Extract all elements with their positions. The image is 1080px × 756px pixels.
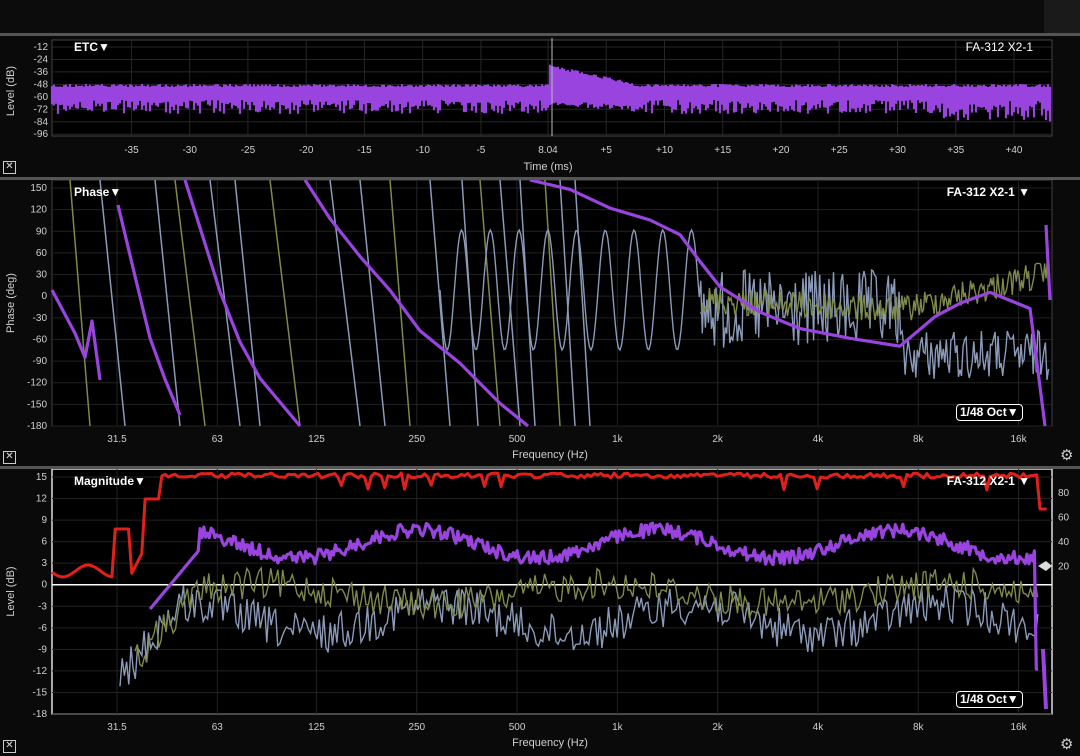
etc-xtick-label: +15 [714,145,731,156]
gear-icon[interactable]: ⚙ [1060,446,1073,464]
etc-xtick-label: -20 [299,145,314,156]
magnitude-coherence-tick-label: 20 [1058,562,1070,573]
phase-ytick-label: 60 [36,248,48,259]
magnitude-pane: 15 12 9 6 3 0 -3 -6 -9 -12 -15 -18 31.5 63 125 250 500 1k… [0,469,1080,756]
magnitude-xtick-label: 500 [509,722,526,733]
phase-smoothing-menu[interactable]: 1/48 Oct▼ [956,404,1023,421]
magnitude-yaxis-label: Level (dB) [5,566,17,616]
magnitude-smoothing-menu[interactable]: 1/48 Oct▼ [956,691,1023,708]
phase-ytick-label: 0 [41,291,47,302]
magnitude-xtick-label: 2k [712,722,724,733]
etc-xaxis-label: Time (ms) [523,161,572,173]
phase-ytick-label: -90 [33,356,48,367]
phase-xtick-label: 8k [913,434,925,445]
top-toolbar [0,0,1080,33]
magnitude-xtick-label: 16k [1010,722,1027,733]
etc-ytick-label: -24 [34,54,49,65]
phase-ytick-label: -180 [27,421,47,432]
phase-plot[interactable]: 150 120 90 60 30 0 -30 -60 -90 -120 -150 -180 31.5 63… [0,180,1080,466]
phase-xtick-label: 4k [813,434,825,445]
magnitude-ytick-label: -15 [33,687,48,698]
magnitude-ytick-label: 0 [41,580,47,591]
phase-xtick-label: 250 [408,434,425,445]
phase-xtick-label: 500 [509,434,526,445]
magnitude-xaxis-label: Frequency (Hz) [512,737,588,749]
magnitude-ytick-label: 15 [36,472,48,483]
etc-ytick-label: -96 [34,129,49,140]
magnitude-xtick-label: 4k [813,722,825,733]
etc-title-menu[interactable]: ETC▼ [74,40,110,54]
phase-ytick-label: -30 [33,313,48,324]
magnitude-ytick-label: 6 [41,537,47,548]
etc-source-label: FA-312 X2-1 [965,40,1033,54]
etc-xtick-label: +5 [601,145,613,156]
close-icon[interactable]: ✕ [3,740,16,753]
magnitude-xtick-label: 125 [308,722,325,733]
etc-xtick-label: -35 [124,145,139,156]
magnitude-ytick-label: -6 [38,623,47,634]
etc-xtick-label: +20 [773,145,790,156]
magnitude-coherence-tick-label: 40 [1058,537,1070,548]
close-icon[interactable]: ✕ [3,161,16,174]
magnitude-ytick-label: -12 [33,666,48,677]
etc-xtick-label: -10 [415,145,430,156]
phase-ytick-label: -120 [27,378,47,389]
etc-xtick-label: -5 [476,145,485,156]
phase-ytick-label: 90 [36,226,48,237]
etc-xtick-label: +25 [831,145,848,156]
etc-xtick-label: +40 [1006,145,1023,156]
magnitude-coherence-tick-label: 80 [1058,488,1070,499]
magnitude-ytick-label: -3 [38,601,47,612]
etc-xtick-label: +30 [889,145,906,156]
phase-title-menu[interactable]: Phase▼ [74,185,121,199]
etc-ytick-label: -84 [34,117,49,128]
phase-xtick-label: 2k [712,434,724,445]
magnitude-source-menu[interactable]: FA-312 X2-1 ▼ [947,474,1030,488]
magnitude-xtick-label: 31.5 [107,722,127,733]
magnitude-ytick-label: -18 [33,709,48,720]
etc-xtick-label: -25 [241,145,256,156]
etc-xtick-label: -30 [182,145,197,156]
magnitude-plot[interactable]: 15129630-3-6-9-12-15-1831.5 63 125 250 500 1k… [0,469,1080,756]
phase-xtick-label: 63 [212,434,224,445]
phase-xtick-label: 1k [612,434,624,445]
magnitude-ytick-label: 9 [41,515,47,526]
phase-ytick-label: -150 [27,399,47,410]
phase-xtick-label: 31.5 [107,434,127,445]
magnitude-ytick-label: 3 [41,558,47,569]
phase-ytick-label: 30 [36,270,48,281]
etc-ytick-label: -60 [34,92,49,103]
etc-xtick-label: -15 [357,145,372,156]
phase-xaxis-label: Frequency (Hz) [512,449,588,461]
etc-ytick-label: -12 [34,42,49,53]
phase-xtick-label: 125 [308,434,325,445]
etc-yaxis-label: Level (dB) [5,66,17,116]
phase-source-menu[interactable]: FA-312 X2-1 ▼ [947,185,1030,199]
etc-pane: -12 -24 -36 -48 -60 -72 -84 -96 -35 -30 -25 -20 -15 -… [0,36,1080,177]
gear-icon[interactable]: ⚙ [1060,735,1073,753]
phase-ytick-label: 120 [30,205,47,216]
magnitude-xtick-label: 1k [612,722,624,733]
phase-yaxis-label: Phase (deg) [5,273,17,333]
magnitude-title-menu[interactable]: Magnitude▼ [74,474,146,488]
toolbar-corner [1044,0,1080,33]
etc-plot[interactable]: -12-24 -36-48 -60-72 -84-96 -35 -30 -25 -20 -15 -… [0,36,1080,177]
magnitude-ytick-label: -9 [38,644,47,655]
etc-xtick-label: 8.04 [538,145,558,156]
phase-ytick-label: 150 [30,183,47,194]
magnitude-coherence-tick-label: 60 [1058,513,1070,524]
etc-ytick-label: -72 [34,104,49,115]
etc-xtick-label: +35 [947,145,964,156]
magnitude-xtick-label: 8k [913,722,925,733]
phase-pane: 150 120 90 60 30 0 -30 -60 -90 -120 -150 -180 31.5 63… [0,180,1080,466]
etc-ytick-label: -48 [34,79,49,90]
phase-xtick-label: 16k [1010,434,1027,445]
magnitude-xtick-label: 63 [212,722,224,733]
magnitude-xtick-label: 250 [408,722,425,733]
magnitude-ytick-label: 12 [36,494,48,505]
etc-ytick-label: -36 [34,67,49,78]
phase-ytick-label: -60 [33,334,48,345]
etc-xtick-label: +10 [656,145,673,156]
close-icon[interactable]: ✕ [3,451,16,464]
